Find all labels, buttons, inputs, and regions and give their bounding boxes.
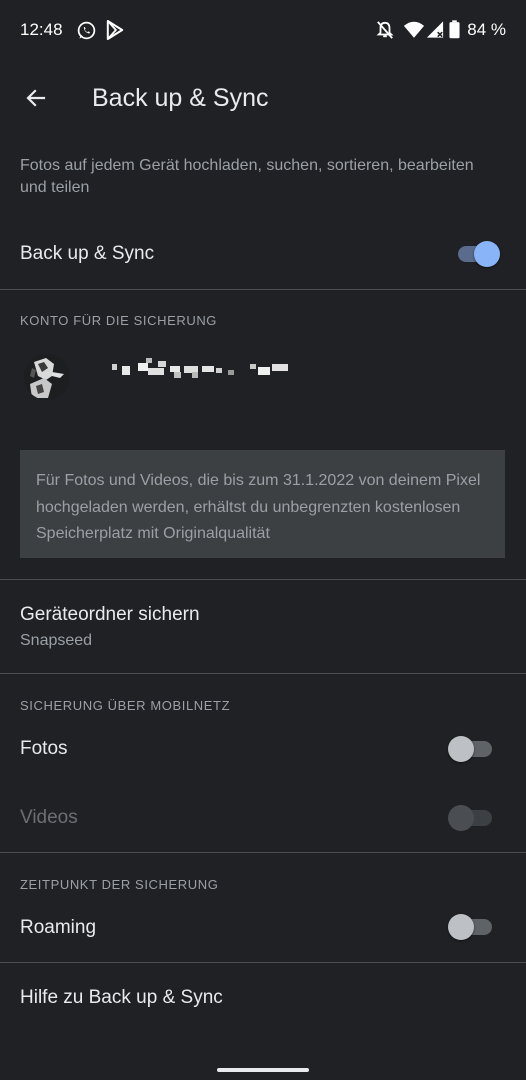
mobile-videos-toggle[interactable] xyxy=(448,803,500,833)
cell-signal-icon xyxy=(426,20,444,44)
app-bar: Back up & Sync xyxy=(0,62,526,136)
storage-info-text: Für Fotos und Videos, die bis zum 31.1.2… xyxy=(36,472,481,542)
wifi-icon xyxy=(403,20,425,44)
arrow-back-icon xyxy=(26,89,46,107)
help-link[interactable]: Hilfe zu Back up & Sync xyxy=(20,987,223,1009)
mobile-photos-label: Fotos xyxy=(20,738,68,759)
timing-section-header: ZEITPUNKT DER SICHERUNG xyxy=(20,877,219,892)
mobile-photos-toggle[interactable] xyxy=(448,734,500,764)
notifications-off-icon xyxy=(376,20,394,45)
account-avatar[interactable] xyxy=(24,354,70,400)
back-button[interactable] xyxy=(20,82,52,114)
page-title: Back up & Sync xyxy=(92,84,269,112)
divider xyxy=(0,289,526,290)
divider xyxy=(0,579,526,580)
status-bar: 12:48 84 % xyxy=(0,0,526,62)
whatsapp-icon xyxy=(76,20,97,46)
storage-info-box: Für Fotos und Videos, die bis zum 31.1.2… xyxy=(20,450,505,558)
backup-sync-toggle[interactable] xyxy=(448,239,500,269)
divider xyxy=(0,673,526,674)
play-store-icon xyxy=(106,20,124,45)
page-description: Fotos auf jedem Gerät hochladen, suchen,… xyxy=(20,157,474,196)
mobile-section-header: SICHERUNG ÜBER MOBILNETZ xyxy=(20,698,231,713)
battery-percentage: 84 % xyxy=(467,20,506,39)
account-name-redacted xyxy=(112,358,292,380)
status-time: 12:48 xyxy=(20,20,63,39)
account-section-header: KONTO FÜR DIE SICHERUNG xyxy=(20,313,218,328)
roaming-label: Roaming xyxy=(20,917,97,938)
battery-icon xyxy=(449,20,460,44)
backup-sync-label: Back up & Sync xyxy=(20,243,155,264)
device-folders-value: Snapseed xyxy=(20,632,93,649)
roaming-toggle[interactable] xyxy=(448,912,500,942)
divider xyxy=(0,852,526,853)
divider xyxy=(0,962,526,963)
gesture-nav-handle[interactable] xyxy=(217,1068,309,1072)
mobile-videos-label: Videos xyxy=(20,807,78,828)
device-folders-label: Geräteordner sichern xyxy=(20,604,200,625)
